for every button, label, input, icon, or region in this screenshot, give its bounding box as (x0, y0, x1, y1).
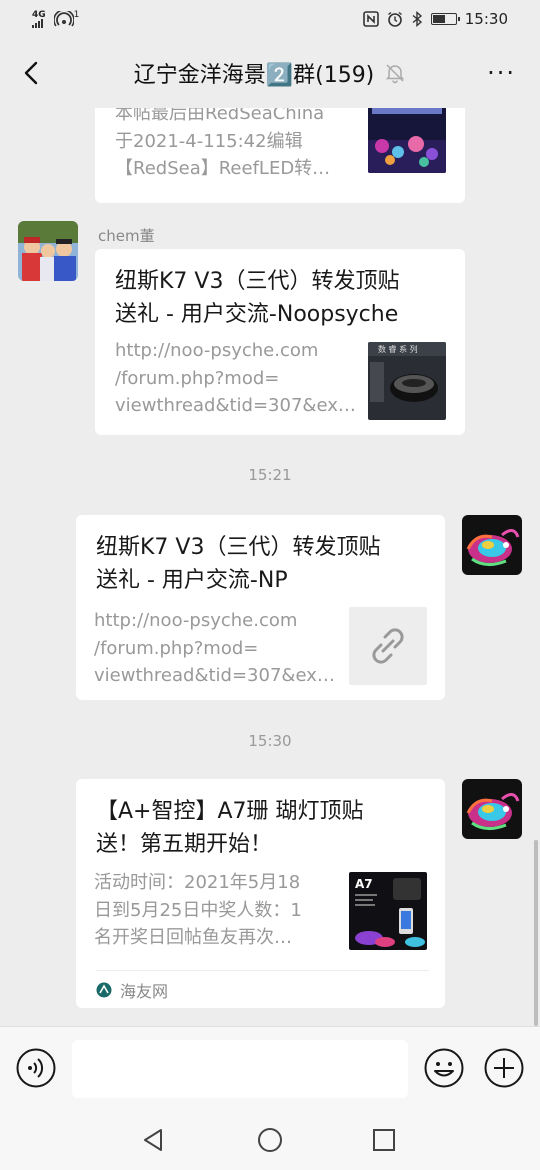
card-desc-line: 名开奖日回帖鱼友再次… (94, 927, 292, 948)
more-button[interactable]: ··· (487, 61, 516, 85)
card-title-line: 送！第五期开始！ (96, 832, 273, 857)
link-icon (349, 607, 427, 685)
message-card[interactable]: 纽斯K7 V3（三代）转发顶贴 送礼 - 用户交流-NP http://noo-… (76, 515, 445, 700)
status-left: 4G 1 (32, 9, 80, 28)
thumb-text: 数 睿 系 列 (378, 344, 418, 354)
message-input[interactable] (72, 1040, 408, 1098)
chat-title: 辽宁金洋海景2️⃣群(159) (133, 63, 375, 88)
message-card[interactable]: 本帖最后由RedSeaChina 于2021-4-115:42编辑 【RedSe… (95, 108, 465, 203)
nav-home-button[interactable] (256, 1126, 284, 1154)
emoji-button[interactable] (424, 1048, 464, 1088)
card-thumbnail (368, 108, 446, 173)
nav-recents-button[interactable] (370, 1126, 398, 1154)
card-title-line: 送礼 - 用户交流-NP (96, 568, 288, 593)
card-title-line: 送礼 - 用户交流-Noopsyche (115, 302, 399, 327)
back-button[interactable] (18, 58, 48, 88)
avatar[interactable] (18, 221, 78, 281)
scrollbar[interactable] (534, 840, 538, 1026)
status-time: 15:30 (464, 10, 508, 28)
signal-icon (32, 18, 46, 28)
card-desc-line: 本帖最后由RedSeaChina (115, 108, 325, 124)
add-button[interactable] (484, 1048, 524, 1088)
chat-area: 本帖最后由RedSeaChina 于2021-4-115:42编辑 【RedSe… (0, 108, 540, 1026)
card-desc-line: 活动时间：2021年5月18 (94, 872, 301, 893)
card-thumbnail: 数 睿 系 列 (368, 342, 446, 420)
card-title-line: 纽斯K7 V3（三代）转发顶贴 (115, 269, 400, 294)
voice-button[interactable] (16, 1048, 56, 1088)
card-desc-line: http://noo-psyche.com (94, 610, 298, 631)
mute-bell-icon (385, 64, 405, 84)
chat-header: 辽宁金洋海景2️⃣群(159) ··· (0, 38, 540, 108)
thumb-text: A7 (355, 877, 373, 891)
network-type: 4G (32, 9, 46, 20)
message-card[interactable]: 纽斯K7 V3（三代）转发顶贴 送礼 - 用户交流-Noopsyche http… (95, 249, 465, 435)
card-source: 海友网 (96, 970, 429, 1008)
network-indicator: 4G (32, 9, 46, 28)
input-bar (0, 1026, 540, 1108)
card-desc-line: viewthread&tid=307&ex… (94, 665, 334, 686)
card-thumbnail: A7 (349, 872, 427, 950)
hotspot-badge: 1 (73, 10, 80, 20)
timestamp: 15:21 (248, 466, 292, 484)
battery-icon (430, 13, 460, 25)
battery-level (432, 15, 446, 23)
message-card[interactable]: 【A+智控】A7珊 瑚灯顶贴 送！第五期开始！ 活动时间：2021年5月18 日… (76, 779, 445, 1008)
card-desc-line: 【RedSea】ReefLED转… (115, 158, 331, 179)
bluetooth-icon (412, 11, 422, 27)
nav-back-button[interactable] (140, 1126, 168, 1154)
hotspot-icon (53, 11, 74, 27)
card-desc-line: 日到5月25日中奖人数：1 (94, 899, 302, 921)
self-avatar[interactable] (462, 779, 522, 839)
status-bar: 4G 1 15:30 (0, 0, 540, 38)
status-right: 15:30 (362, 10, 508, 28)
source-logo-icon (96, 982, 112, 997)
card-desc-line: http://noo-psyche.com (115, 340, 319, 361)
system-nav-bar (0, 1108, 540, 1170)
self-avatar[interactable] (462, 515, 522, 575)
timestamp: 15:30 (248, 732, 292, 750)
card-desc-line: 于2021-4-115:42编辑 (115, 130, 303, 152)
source-name: 海友网 (120, 981, 169, 1001)
sender-name: chem董 (98, 227, 155, 245)
card-title-line: 纽斯K7 V3（三代）转发顶贴 (96, 535, 381, 560)
alarm-icon (387, 11, 402, 27)
nfc-icon (362, 11, 379, 27)
card-desc-line: /forum.php?mod= (115, 367, 280, 389)
card-desc-line: viewthread&tid=307&ex… (115, 395, 355, 416)
card-desc-line: /forum.php?mod= (94, 637, 259, 659)
card-title-line: 【A+智控】A7珊 瑚灯顶贴 (96, 799, 364, 824)
